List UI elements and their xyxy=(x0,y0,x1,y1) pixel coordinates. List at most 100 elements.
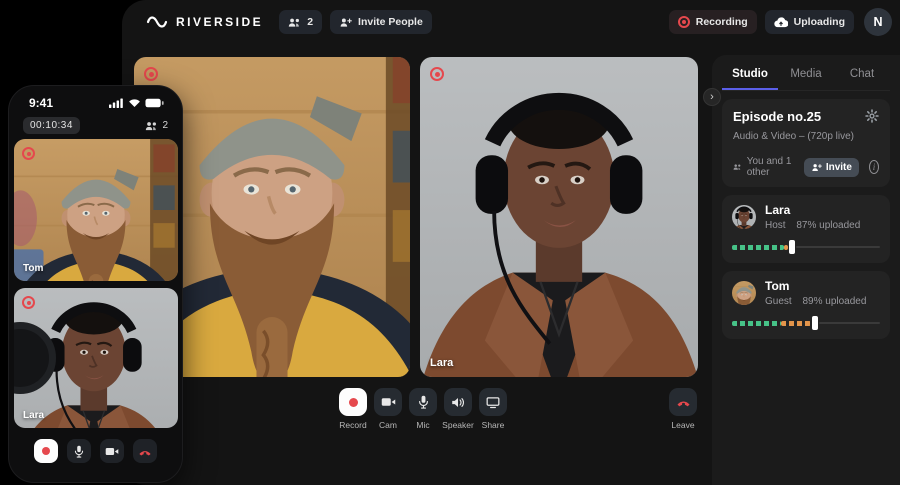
mic-button[interactable] xyxy=(409,388,437,416)
top-bar: RIVERSIDE 2 Invite People Recording xyxy=(122,0,900,44)
camera-button[interactable] xyxy=(374,388,402,416)
tile-name-label: Lara xyxy=(430,357,453,369)
leave-control: Leave xyxy=(668,388,698,430)
participant-role: Host xyxy=(765,220,786,231)
person-plus-icon xyxy=(811,163,822,172)
episode-settings-button[interactable] xyxy=(865,109,879,126)
record-button[interactable] xyxy=(339,388,367,416)
phone-call-controls xyxy=(9,439,182,463)
phone-hangup-button[interactable] xyxy=(133,439,157,463)
progress-handle xyxy=(812,316,818,330)
share-screen-icon xyxy=(486,396,500,409)
person-plus-icon xyxy=(339,17,352,28)
camera-icon xyxy=(105,446,119,457)
phone-session-bar: 00:10:34 2 xyxy=(9,110,182,134)
participant-upload-status: 89% uploaded xyxy=(802,296,866,307)
speaker-icon xyxy=(451,396,465,409)
record-dot-icon xyxy=(678,16,690,28)
phone-participant-count: 2 xyxy=(145,120,168,131)
mic-icon xyxy=(418,395,429,409)
riverside-logo-icon xyxy=(146,14,168,30)
upload-progress-bar xyxy=(732,240,880,254)
lara-avatar xyxy=(732,205,756,229)
phone-participant-count-value: 2 xyxy=(162,120,168,131)
people-icon xyxy=(288,17,301,28)
episode-card: Episode no.25 Audio & Video – (720p live… xyxy=(722,99,890,187)
upload-progress-bar xyxy=(732,316,880,330)
studio-sidebar: › Studio Media Chat Episode no.25 xyxy=(712,55,900,485)
share-screen-button[interactable] xyxy=(479,388,507,416)
tile-recording-indicator xyxy=(430,67,444,81)
episode-title: Episode no.25 xyxy=(733,109,821,124)
app-window: RIVERSIDE 2 Invite People Recording xyxy=(122,0,900,485)
mobile-companion-view: 9:41 00:10:34 xyxy=(8,85,183,483)
hangup-icon xyxy=(138,446,152,457)
mic-label: Mic xyxy=(416,420,429,430)
invite-people-button[interactable]: Invite People xyxy=(330,10,432,34)
tab-studio[interactable]: Studio xyxy=(722,61,778,90)
episode-invite-button[interactable]: Invite xyxy=(804,158,859,177)
screen: RIVERSIDE 2 Invite People Recording xyxy=(0,0,900,485)
participant-role: Guest xyxy=(765,296,792,307)
recording-label: Recording xyxy=(696,16,748,28)
leave-label: Leave xyxy=(671,420,694,430)
wifi-icon xyxy=(128,98,141,108)
record-label: Record xyxy=(339,420,366,430)
uploading-status-badge[interactable]: Uploading xyxy=(765,10,854,34)
leave-button[interactable] xyxy=(669,388,697,416)
participant-card-tom: Tom Guest 89% uploaded xyxy=(722,271,890,339)
speaker-button[interactable] xyxy=(444,388,472,416)
lara-video-feed xyxy=(420,57,698,377)
episode-participants-summary: You and 1 other xyxy=(747,156,794,178)
people-icon xyxy=(733,162,742,172)
phone-clock: 9:41 xyxy=(29,96,53,110)
uploading-label: Uploading xyxy=(794,16,845,28)
cam-label: Cam xyxy=(379,420,397,430)
recording-status-badge[interactable]: Recording xyxy=(669,10,757,34)
info-icon[interactable]: i xyxy=(869,160,879,174)
people-icon xyxy=(145,121,158,131)
tab-media[interactable]: Media xyxy=(778,61,834,90)
phone-camera-button[interactable] xyxy=(100,439,124,463)
hangup-icon xyxy=(676,396,691,408)
video-tile-lara: Lara xyxy=(420,57,698,377)
progress-handle xyxy=(789,240,795,254)
episode-invite-label: Invite xyxy=(826,162,852,173)
cell-signal-icon xyxy=(109,98,124,108)
call-controls: Record Cam Mic xyxy=(338,388,508,430)
gear-icon xyxy=(865,109,879,123)
session-timer: 00:10:34 xyxy=(23,117,80,134)
camera-icon xyxy=(381,396,396,408)
user-avatar[interactable]: N xyxy=(864,8,892,36)
participant-card-lara: Lara Host 87% uploaded xyxy=(722,195,890,263)
participant-count-badge[interactable]: 2 xyxy=(279,10,322,34)
tile-recording-indicator xyxy=(22,296,35,309)
tile-name-label: Tom xyxy=(23,263,43,274)
speaker-label: Speaker xyxy=(442,420,474,430)
tile-name-label: Lara xyxy=(23,410,44,421)
participant-upload-status: 87% uploaded xyxy=(796,220,860,231)
episode-subtitle: Audio & Video – (720p live) xyxy=(733,131,879,142)
tile-recording-indicator xyxy=(22,147,35,160)
phone-mic-button[interactable] xyxy=(67,439,91,463)
tab-chat[interactable]: Chat xyxy=(834,61,890,90)
battery-icon xyxy=(145,98,164,108)
phone-tile-tom: Tom xyxy=(14,139,178,281)
brand-name: RIVERSIDE xyxy=(176,15,263,29)
tom-video-feed xyxy=(14,139,178,281)
sidebar-tabs: Studio Media Chat xyxy=(722,61,890,91)
brand: RIVERSIDE xyxy=(146,14,263,30)
share-label: Share xyxy=(482,420,505,430)
tom-avatar xyxy=(732,281,756,305)
tile-recording-indicator xyxy=(144,67,158,81)
phone-status-bar: 9:41 xyxy=(9,86,182,110)
phone-tile-lara: Lara xyxy=(14,288,178,428)
participant-name: Lara xyxy=(765,203,860,217)
cloud-upload-icon xyxy=(774,17,788,28)
participant-count: 2 xyxy=(307,16,313,28)
sidebar-collapse-button[interactable]: › xyxy=(703,88,721,106)
invite-people-label: Invite People xyxy=(358,16,423,28)
phone-record-button[interactable] xyxy=(34,439,58,463)
participant-name: Tom xyxy=(765,279,866,293)
mic-icon xyxy=(74,445,84,458)
